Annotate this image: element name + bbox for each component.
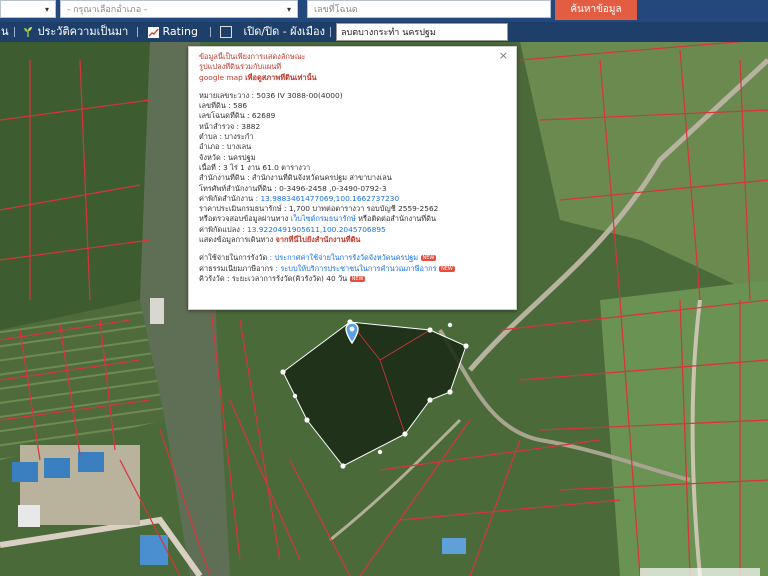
field-row: เลขโฉนดที่ดิน : 62689: [199, 111, 276, 121]
province-select[interactable]: ▾: [0, 0, 56, 18]
chart-icon: [148, 26, 159, 38]
history-button[interactable]: ประวัติความเป็นมา: [22, 22, 128, 42]
survey-queue-row: คิวรังวัด : ระยะเวลาการรังวัด(คิวรังวัด)…: [199, 273, 366, 283]
search-button[interactable]: ค้นหาข้อมูล: [555, 0, 637, 20]
field-row: หน้าสำรวจ : 3882: [199, 121, 261, 131]
chevron-down-icon: ▾: [44, 5, 49, 14]
checkbox-icon[interactable]: [220, 26, 232, 38]
field-row: สำนักงานที่ดิน : สำนักงานที่ดินจังหวัดนค…: [199, 173, 392, 183]
field-row: ตำบล : บางระกำ: [199, 132, 254, 142]
building-roof: [18, 505, 40, 527]
survey-fee-link[interactable]: : ประกาศค่าใช้จ่ายในการรังวัดจังหวัดนครป…: [267, 253, 418, 262]
field-row: อำเภอ : บางเลน: [199, 142, 252, 152]
zoning-layer-toggle[interactable]: เปิด/ปิด - ผังเมือง: [220, 22, 325, 42]
deed-number-input[interactable]: เลขที่โฉนด: [307, 0, 551, 18]
green-fields: [600, 280, 768, 576]
chevron-down-icon: ▾: [286, 5, 291, 14]
building-roof: [442, 538, 466, 554]
field-row: หมายเลขระวาง : 5036 IV 3088-00(4000): [199, 90, 343, 100]
field-row: เลขที่ดิน : 586: [199, 101, 248, 111]
address-field[interactable]: ลบตบางกระทำ นครปฐม: [336, 23, 508, 41]
parcel-info-popup: × ข้อมูลนี้เป็นเพียงการแสดงลักษณะ รูปแปล…: [188, 46, 517, 310]
sprout-icon: [24, 27, 32, 37]
toolbar-divider: [330, 27, 331, 37]
vegetation-area: [0, 42, 150, 330]
district-select[interactable]: - กรุณาเลือกอำเภอ - ▾: [60, 0, 298, 18]
parcel-fields: หมายเลขระวาง : 5036 IV 3088-00(4000) เลข…: [199, 91, 506, 194]
survey-fee-row: ค่าใช้จ่ายในการรังวัด : ประกาศค่าใช้จ่าย…: [199, 253, 437, 263]
field-row: จังหวัด : นครปฐม: [199, 152, 256, 162]
popup-notice: รูปแปลงที่ดินร่วมกับแผนที่: [199, 62, 282, 72]
route-row: แสดงข้อมูลการเดินทาง จากที่นี่ไปยังสำนัก…: [199, 235, 361, 245]
building-roof: [140, 535, 168, 565]
route-link[interactable]: จากที่นี่ไปยังสำนักงานที่ดิน: [276, 235, 361, 244]
top-search-bar: ▾ - กรุณาเลือกอำเภอ - ▾ เลขที่โฉนด ค้นหา…: [0, 0, 768, 22]
district-select-placeholder: - กรุณาเลือกอำเภอ -: [67, 5, 148, 15]
treasury-website-link[interactable]: เว็บไซต์กรมธนารักษ์: [291, 214, 356, 223]
new-badge: NEW: [438, 265, 455, 272]
parcel-coordinate-link[interactable]: : 13.9220491905611,100.2045706895: [240, 225, 386, 234]
new-badge: NEW: [349, 275, 366, 282]
field-row: เนื้อที่ : 3 ไร่ 1 งาน 61.0 ตารางวา: [199, 162, 311, 172]
treasury-check-row: หรือตรวจสอบข้อมูลผ่านทาง เว็บไซต์กรมธนาร…: [199, 214, 437, 224]
building-roof: [44, 458, 70, 478]
toolbar-divider: [14, 27, 15, 37]
office-coordinate-link[interactable]: : 13.9883461477069,100.1662737230: [253, 194, 400, 203]
rating-label: Rating: [162, 25, 198, 38]
popup-notice: google map เพื่อดูสภาพที่ดินเท่านั้น: [199, 72, 317, 82]
history-label: ประวัติความเป็นมา: [37, 25, 129, 38]
deed-number-placeholder: เลขที่โฉนด: [314, 5, 358, 15]
zoning-layer-label: เปิด/ปิด - ผังเมือง: [243, 25, 326, 38]
building-roof: [78, 452, 104, 472]
tax-calculator-link[interactable]: : ระบบให้บริการประชาชนในการคำนวณภาษีอากร: [273, 264, 436, 273]
office-coordinate-row: ค่าพิกัดสำนักงาน : 13.9883461477069,100.…: [199, 193, 400, 203]
new-badge: NEW: [420, 255, 437, 262]
rating-button[interactable]: Rating: [148, 22, 198, 42]
toolbar-item-partial[interactable]: น: [1, 22, 9, 42]
map-attribution: [640, 568, 760, 576]
toolbar-divider: [210, 27, 211, 37]
appraisal-price-row: ราคาประเมินกรมธนารักษ์ : 1,700 บาทต่อตาร…: [199, 204, 439, 214]
toolbar-divider: [137, 27, 138, 37]
close-icon[interactable]: ×: [499, 50, 508, 61]
field-row: โทรศัพท์สำนักงานที่ดิน : 0-3496-2458 ,0-…: [199, 183, 387, 193]
parcel-coordinate-row: ค่าพิกัดแปลง : 13.9220491905611,100.2045…: [199, 224, 386, 234]
popup-notice: ข้อมูลนี้เป็นเพียงการแสดงลักษณะ: [199, 52, 306, 61]
location-pin-icon[interactable]: [345, 322, 359, 344]
tax-fee-row: ค่าธรรมเนียมภาษีอากร : ระบบให้บริการประช…: [199, 263, 455, 273]
building-roof: [150, 298, 164, 324]
building-roof: [12, 462, 38, 482]
